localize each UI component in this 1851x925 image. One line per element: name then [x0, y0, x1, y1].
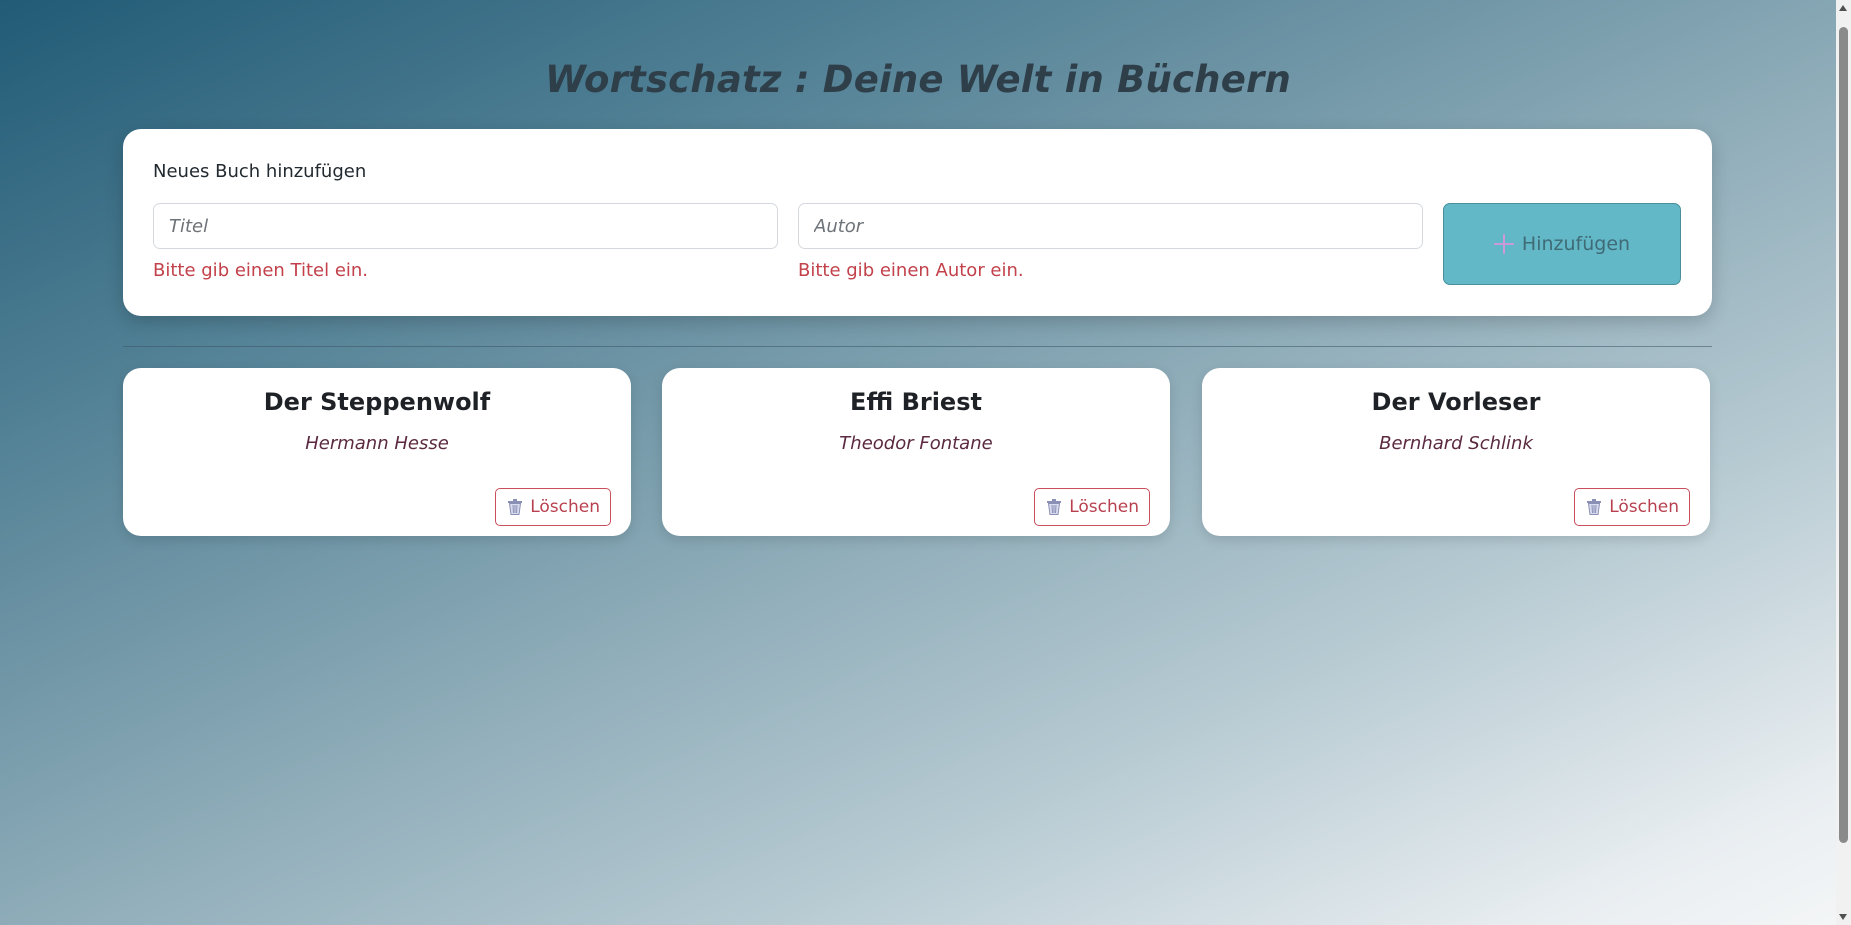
- book-card: Der Steppenwolf Hermann Hesse Löschen: [123, 368, 631, 536]
- delete-button-label: Löschen: [1069, 497, 1139, 517]
- add-book-card: Neues Buch hinzufügen Bitte gib einen Ti…: [123, 129, 1712, 316]
- trash-icon: [1585, 498, 1603, 516]
- section-divider: [123, 346, 1712, 347]
- title-error-message: Bitte gib einen Titel ein.: [153, 260, 369, 281]
- add-book-button[interactable]: Hinzufügen: [1443, 203, 1681, 285]
- book-title: Der Vorleser: [1371, 388, 1541, 416]
- plus-icon: [1493, 234, 1514, 254]
- vertical-scrollbar[interactable]: [1836, 0, 1851, 925]
- delete-button-label: Löschen: [530, 497, 600, 517]
- scroll-down-arrow-icon[interactable]: [1839, 914, 1847, 920]
- page-title: Wortschatz : Deine Welt in Büchern: [545, 58, 1291, 101]
- trash-icon: [1045, 498, 1063, 516]
- author-error-message: Bitte gib einen Autor ein.: [798, 260, 1024, 281]
- delete-book-button[interactable]: Löschen: [495, 488, 611, 526]
- delete-button-label: Löschen: [1609, 497, 1679, 517]
- book-title: Effi Briest: [850, 388, 982, 416]
- book-title: Der Steppenwolf: [263, 388, 491, 416]
- trash-icon: [506, 498, 524, 516]
- title-input[interactable]: [153, 203, 778, 249]
- book-card: Der Vorleser Bernhard Schlink Löschen: [1202, 368, 1710, 536]
- delete-book-button[interactable]: Löschen: [1574, 488, 1690, 526]
- book-author: Bernhard Schlink: [1379, 433, 1533, 454]
- book-card: Effi Briest Theodor Fontane Löschen: [662, 368, 1170, 536]
- author-input[interactable]: [798, 203, 1423, 249]
- scroll-up-arrow-icon[interactable]: [1839, 5, 1847, 11]
- add-book-button-label: Hinzufügen: [1521, 233, 1631, 255]
- add-book-heading: Neues Buch hinzufügen: [153, 161, 367, 182]
- delete-book-button[interactable]: Löschen: [1034, 488, 1150, 526]
- scrollbar-thumb[interactable]: [1839, 27, 1848, 843]
- book-author: Hermann Hesse: [305, 433, 449, 454]
- book-author: Theodor Fontane: [839, 433, 993, 454]
